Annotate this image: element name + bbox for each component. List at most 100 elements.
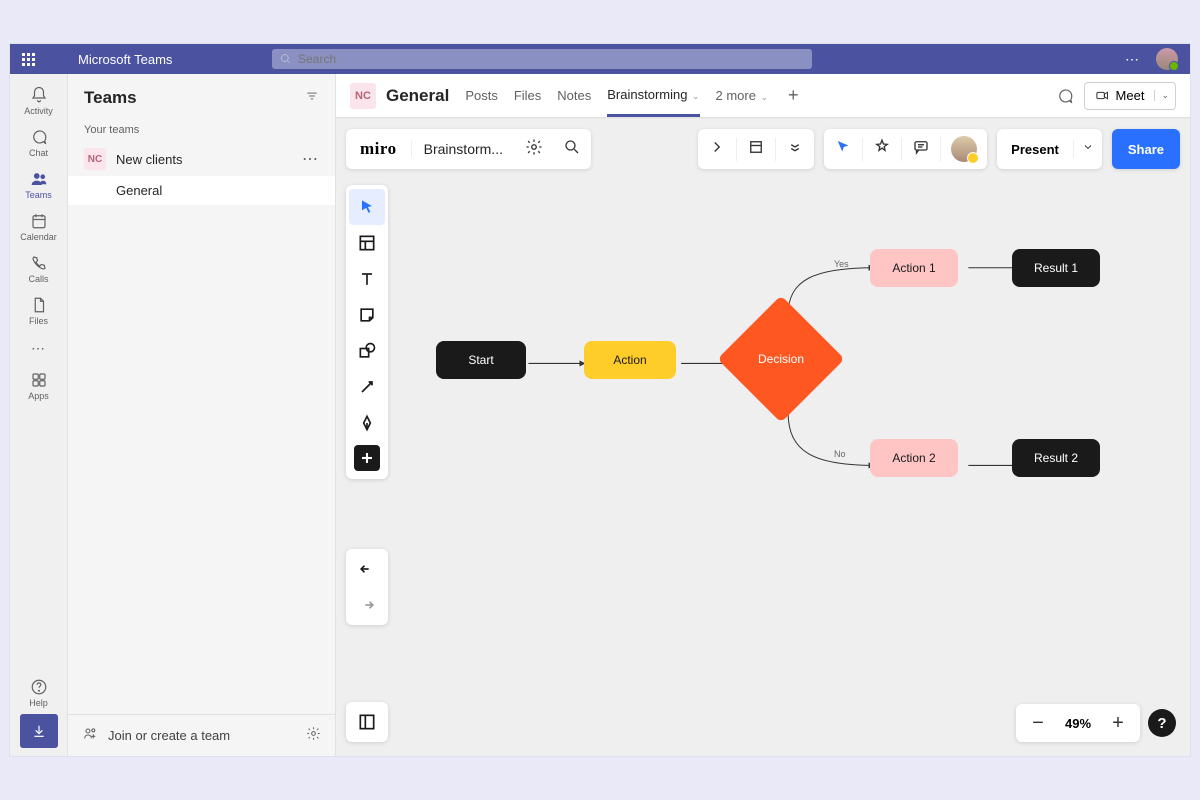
rail-teams[interactable]: Teams bbox=[10, 164, 67, 206]
frames-dropdown-icon[interactable] bbox=[775, 138, 814, 161]
app-name: Microsoft Teams bbox=[78, 52, 172, 67]
app-rail: Activity Chat Teams Calendar Calls Files… bbox=[10, 74, 68, 756]
node-result1[interactable]: Result 1 bbox=[1012, 249, 1100, 287]
present-dropdown-icon[interactable] bbox=[1073, 140, 1102, 158]
sticky-note-tool[interactable] bbox=[349, 297, 385, 333]
user-avatar[interactable] bbox=[1156, 48, 1178, 70]
video-icon bbox=[1095, 88, 1110, 103]
miro-board-card: miro Brainstorm... bbox=[346, 129, 591, 169]
tab-files[interactable]: Files bbox=[514, 76, 541, 115]
edge-label-no: No bbox=[834, 449, 846, 459]
calendar-icon bbox=[30, 212, 48, 230]
nav-arrow-icon[interactable] bbox=[698, 138, 736, 161]
cursor-tool-icon[interactable] bbox=[824, 138, 862, 161]
channel-header: NC General Posts Files Notes Brainstormi… bbox=[336, 74, 1190, 118]
text-tool[interactable] bbox=[349, 261, 385, 297]
meet-button-group: Meet ⌄ bbox=[1084, 82, 1176, 110]
chat-icon bbox=[30, 128, 48, 146]
rail-files[interactable]: Files bbox=[10, 290, 67, 332]
tab-brainstorming[interactable]: Brainstorming ⌄ bbox=[607, 75, 699, 117]
minimap-button[interactable] bbox=[346, 702, 388, 742]
node-decision[interactable]: Decision bbox=[717, 295, 844, 422]
join-team-icon bbox=[82, 725, 98, 746]
phone-icon bbox=[30, 254, 48, 272]
miro-present-group: Present bbox=[997, 129, 1102, 169]
search-icon bbox=[280, 53, 292, 65]
miro-top-bar: miro Brainstorm... bbox=[346, 129, 1180, 169]
rail-calendar[interactable]: Calendar bbox=[10, 206, 67, 248]
miro-undo-palette bbox=[346, 549, 388, 625]
meet-dropdown[interactable]: ⌄ bbox=[1154, 90, 1175, 101]
manage-gear-icon[interactable] bbox=[306, 726, 321, 746]
zoom-value[interactable]: 49% bbox=[1058, 716, 1098, 731]
settings-more-icon[interactable]: ⋯ bbox=[1125, 51, 1140, 68]
team-more-icon[interactable]: ⋯ bbox=[302, 149, 319, 169]
edge-label-yes: Yes bbox=[834, 259, 849, 269]
rail-more-icon[interactable]: ⋯ bbox=[31, 332, 46, 365]
participant-avatar[interactable] bbox=[940, 136, 987, 162]
sidebar-group-label: Your teams bbox=[68, 118, 335, 142]
add-tab-button[interactable]: + bbox=[784, 85, 803, 106]
board-search-icon[interactable] bbox=[553, 138, 591, 161]
pen-tool[interactable] bbox=[349, 405, 385, 441]
help-icon bbox=[30, 678, 48, 696]
miro-tool-palette bbox=[346, 185, 388, 479]
rail-apps[interactable]: Apps bbox=[10, 365, 67, 407]
tab-more[interactable]: 2 more ⌄ bbox=[716, 76, 769, 115]
flowchart: Yes No Start Action Decision Action 1 Ac… bbox=[396, 249, 1170, 686]
app-launcher-icon[interactable] bbox=[22, 53, 38, 66]
search-box[interactable] bbox=[272, 49, 812, 69]
channel-token: NC bbox=[350, 83, 376, 109]
apps-icon bbox=[30, 371, 48, 389]
node-action2[interactable]: Action 2 bbox=[870, 439, 958, 477]
meet-button[interactable]: Meet bbox=[1085, 88, 1155, 103]
present-button[interactable]: Present bbox=[997, 142, 1073, 157]
command-bar: Microsoft Teams ⋯ bbox=[10, 44, 1190, 74]
download-app-button[interactable] bbox=[20, 714, 58, 748]
reactions-icon[interactable] bbox=[862, 138, 901, 161]
rail-activity[interactable]: Activity bbox=[10, 80, 67, 122]
tab-notes[interactable]: Notes bbox=[557, 76, 591, 115]
share-button[interactable]: Share bbox=[1112, 129, 1180, 169]
reply-chat-icon[interactable] bbox=[1056, 87, 1074, 105]
tab-posts[interactable]: Posts bbox=[465, 76, 498, 115]
shape-tool[interactable] bbox=[349, 333, 385, 369]
miro-logo[interactable]: miro bbox=[346, 139, 411, 159]
rail-help[interactable]: Help bbox=[10, 672, 67, 714]
join-team-button[interactable]: Join or create a team bbox=[108, 728, 230, 743]
app-frame: Microsoft Teams ⋯ Activity Chat Teams Ca… bbox=[10, 44, 1190, 756]
miro-nav-group bbox=[698, 129, 814, 169]
help-button[interactable]: ? bbox=[1148, 709, 1176, 737]
chevron-down-icon: ⌄ bbox=[758, 92, 768, 102]
rail-chat[interactable]: Chat bbox=[10, 122, 67, 164]
template-tool[interactable] bbox=[349, 225, 385, 261]
select-tool[interactable] bbox=[349, 189, 385, 225]
channel-tabs: Posts Files Notes Brainstorming ⌄ 2 more… bbox=[465, 75, 802, 117]
comments-icon[interactable] bbox=[901, 138, 940, 161]
node-start[interactable]: Start bbox=[436, 341, 526, 379]
channel-row[interactable]: General bbox=[68, 176, 335, 205]
frames-icon[interactable] bbox=[736, 138, 775, 161]
team-row[interactable]: NC New clients ⋯ bbox=[68, 142, 335, 176]
miro-canvas[interactable]: miro Brainstorm... bbox=[336, 118, 1190, 756]
more-tools-button[interactable] bbox=[354, 445, 380, 471]
node-action[interactable]: Action bbox=[584, 341, 676, 379]
chevron-down-icon: ⌄ bbox=[689, 91, 699, 101]
line-tool[interactable] bbox=[349, 369, 385, 405]
node-action1[interactable]: Action 1 bbox=[870, 249, 958, 287]
file-icon bbox=[30, 296, 48, 314]
channel-name: General bbox=[386, 86, 449, 106]
miro-tools-group bbox=[824, 129, 987, 169]
main-area: NC General Posts Files Notes Brainstormi… bbox=[336, 74, 1190, 756]
node-result2[interactable]: Result 2 bbox=[1012, 439, 1100, 477]
board-settings-icon[interactable] bbox=[515, 138, 553, 161]
zoom-out-button[interactable]: − bbox=[1024, 712, 1052, 735]
rail-calls[interactable]: Calls bbox=[10, 248, 67, 290]
zoom-in-button[interactable]: + bbox=[1104, 712, 1132, 735]
miro-board-name[interactable]: Brainstorm... bbox=[411, 141, 515, 157]
filter-icon[interactable] bbox=[305, 89, 319, 108]
redo-button[interactable] bbox=[349, 587, 385, 623]
team-name: New clients bbox=[116, 152, 182, 167]
search-input[interactable] bbox=[298, 52, 804, 66]
undo-button[interactable] bbox=[349, 551, 385, 587]
